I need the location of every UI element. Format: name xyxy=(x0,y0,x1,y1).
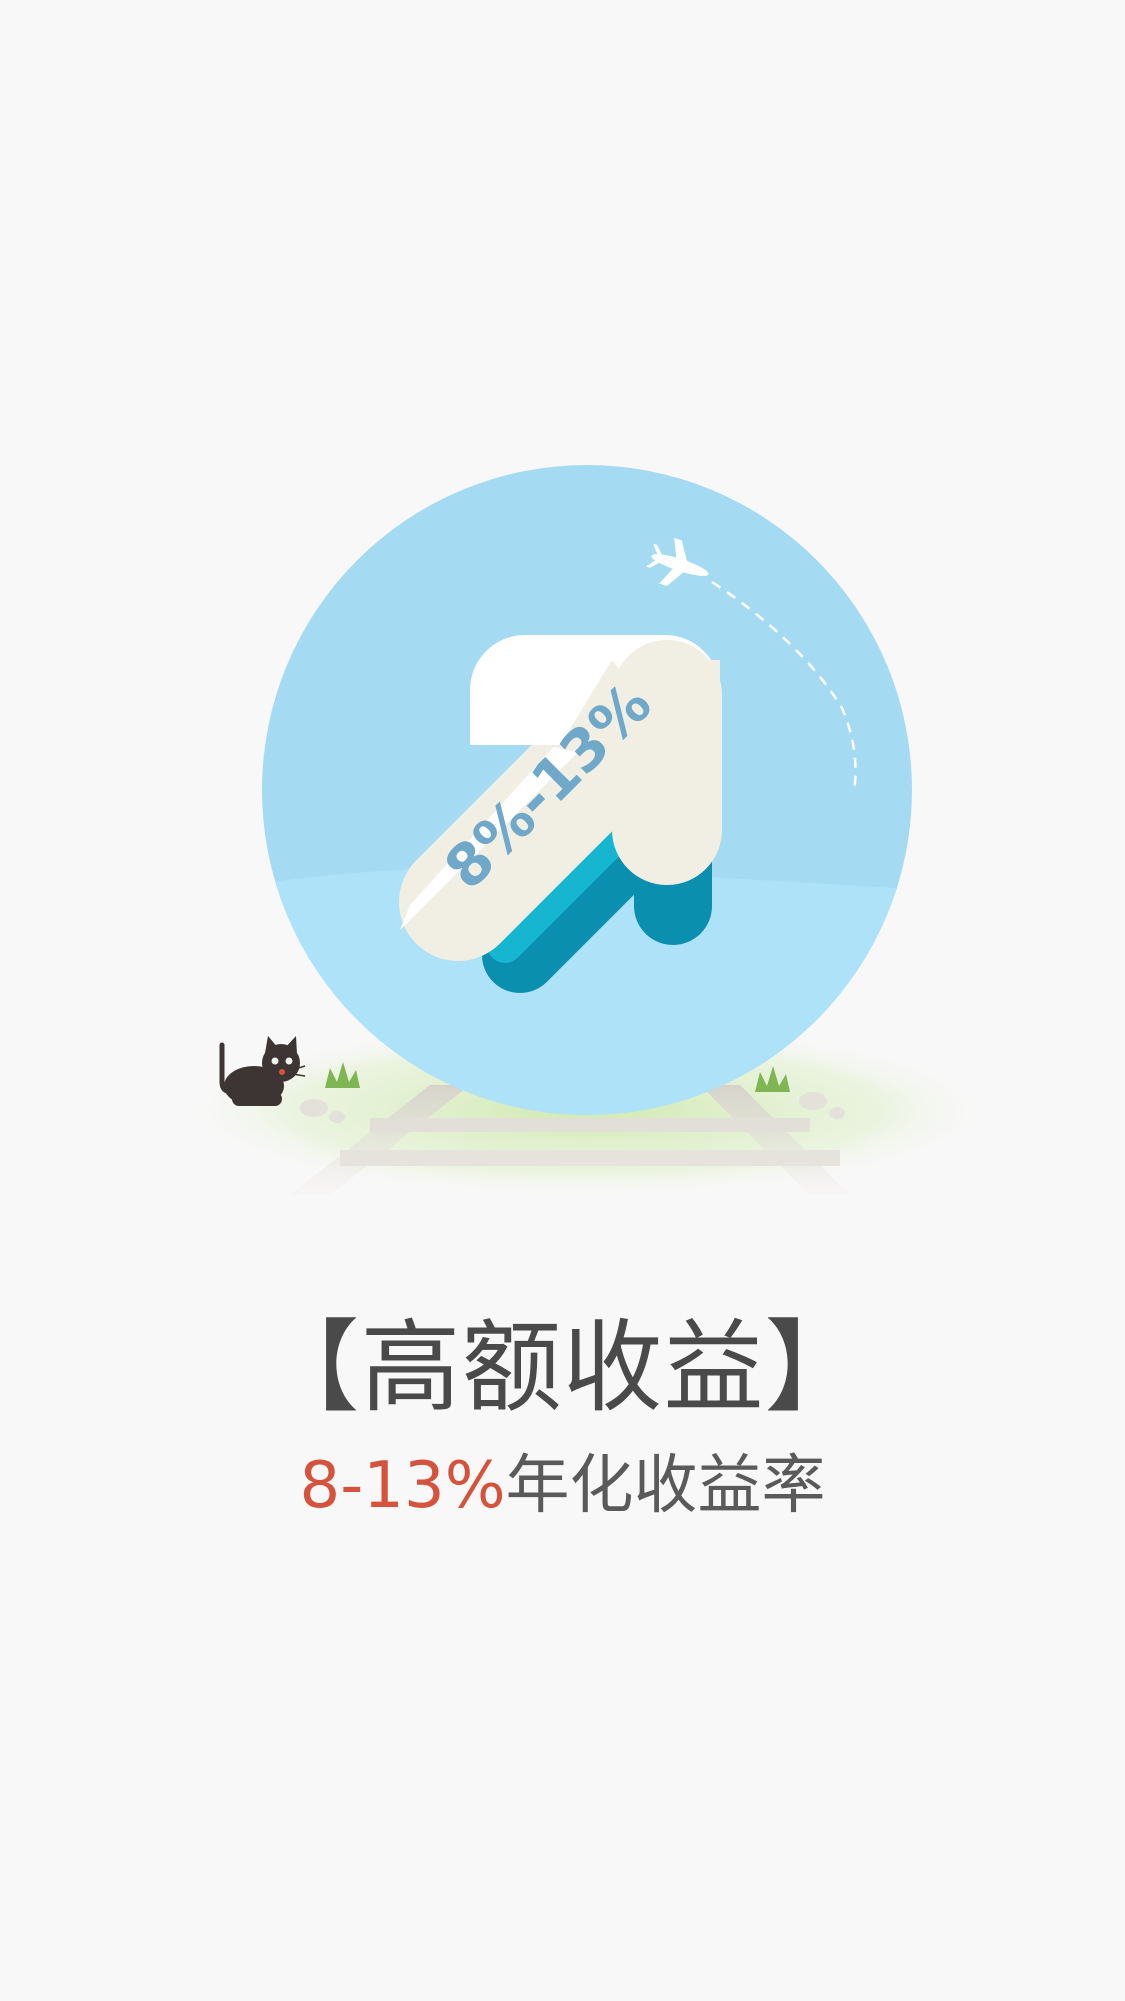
hero-illustration: 8%-13% xyxy=(167,465,1007,1200)
page-title: 【高额收益】 xyxy=(259,1309,866,1426)
rate-subtitle: 8-13%年化收益率 xyxy=(0,1448,1125,1525)
rate-description: 年化收益率 xyxy=(505,1449,826,1523)
rate-value: 8-13% xyxy=(299,1449,506,1523)
